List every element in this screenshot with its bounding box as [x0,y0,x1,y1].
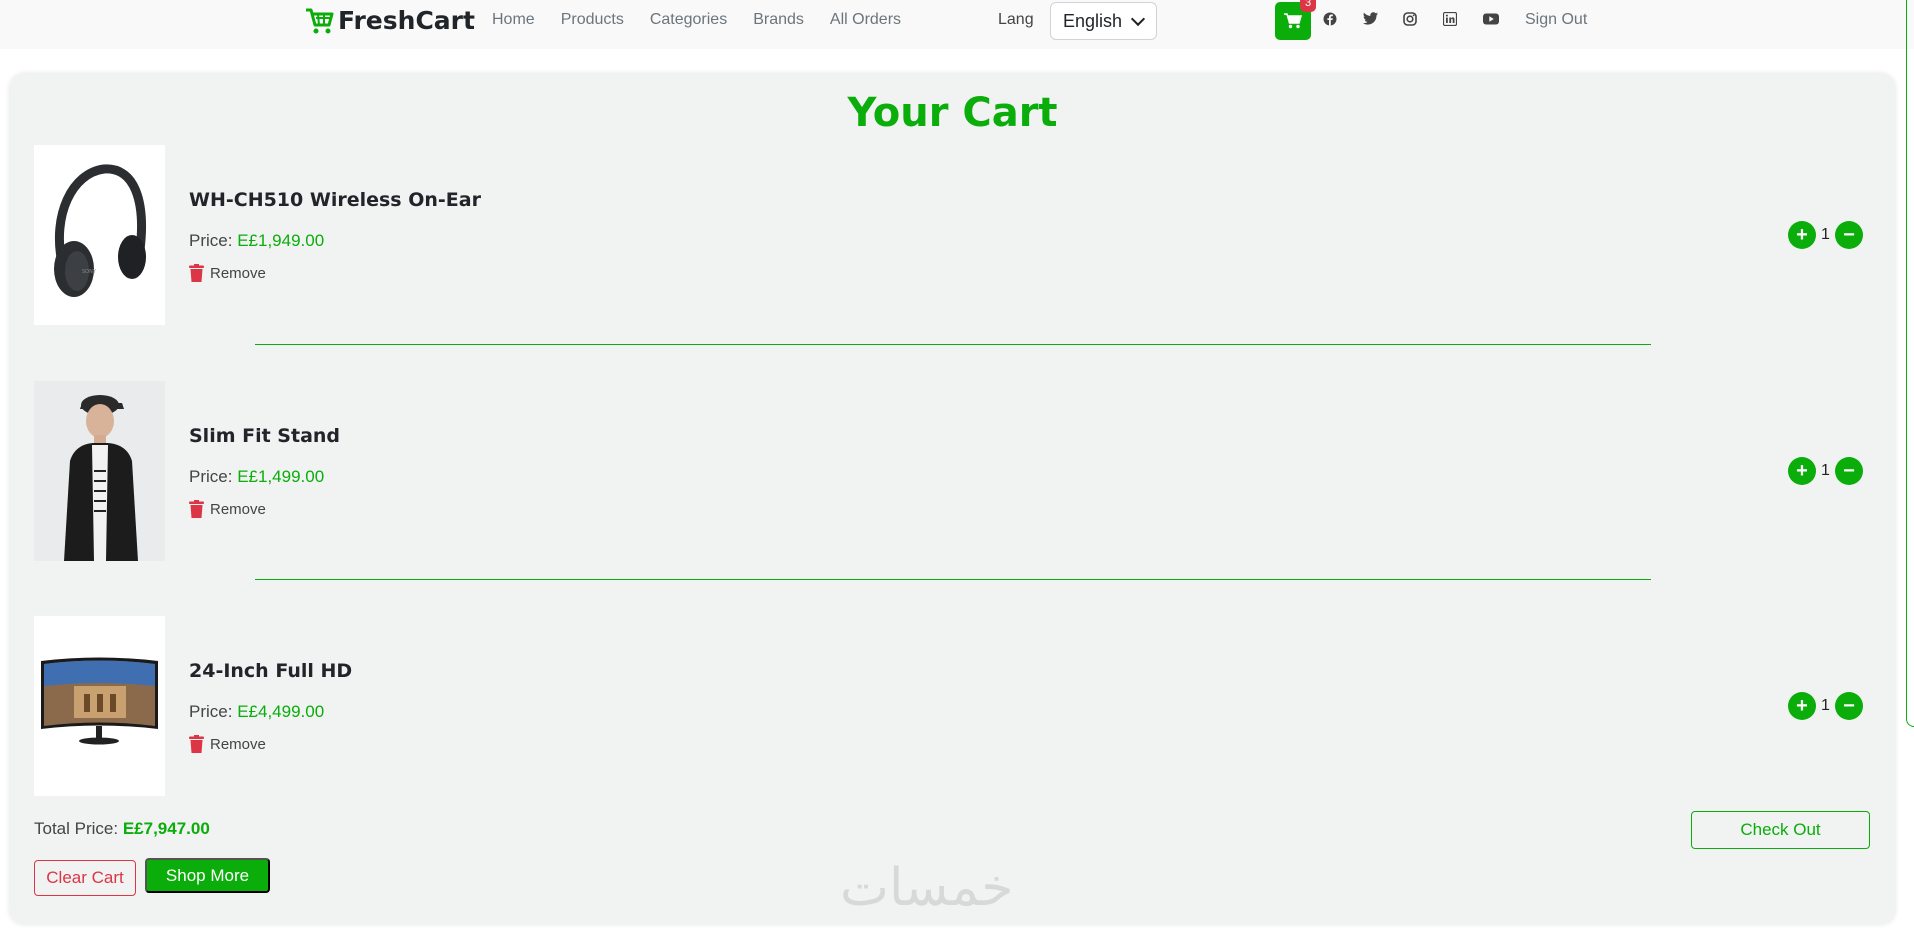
language-select[interactable]: English [1050,2,1157,40]
product-image-jacket[interactable] [34,381,165,561]
navbar: FreshCart Home Products Categories Brand… [0,0,1914,49]
item-divider [255,579,1651,580]
product-image-headphones[interactable]: SONY [34,145,165,325]
quantity-value: 1 [1821,226,1830,243]
trash-icon [189,500,204,518]
cart-icon [1284,13,1302,29]
price-value: E£4,499.00 [237,702,325,721]
product-price: Price: E£1,499.00 [189,467,324,487]
product-name: WH-CH510 Wireless On-Ear [189,189,481,211]
quantity-stepper: + 1 − [1788,692,1863,720]
cart-item: SONY WH-CH510 Wireless On-Ear Price: E£1… [34,145,1874,325]
remove-button[interactable]: Remove [189,264,266,282]
price-label: Price: [189,467,233,486]
twitter-icon[interactable] [1363,12,1378,26]
total-value: E£7,947.00 [122,819,210,838]
remove-button[interactable]: Remove [189,735,266,753]
remove-label: Remove [210,500,266,518]
product-image-monitor[interactable] [34,616,165,796]
nav-products[interactable]: Products [561,11,624,29]
increase-qty-button[interactable]: + [1788,692,1816,720]
quantity-stepper: + 1 − [1788,221,1863,249]
quantity-stepper: + 1 − [1788,457,1863,485]
lang-label: Lang [998,11,1034,28]
price-value: E£1,949.00 [237,231,325,250]
instagram-icon[interactable] [1403,12,1417,26]
language-value: English [1063,10,1123,31]
linkedin-icon[interactable] [1442,11,1458,27]
watermark: خمسات [840,858,1014,918]
quantity-value: 1 [1821,462,1830,479]
product-name: Slim Fit Stand [189,425,341,447]
cart-item: Slim Fit Stand Price: E£1,499.00 Remove … [34,381,1874,561]
price-label: Price: [189,702,233,721]
nav-categories[interactable]: Categories [650,11,727,29]
trash-icon [189,264,204,282]
nav-all-orders[interactable]: All Orders [830,11,901,29]
product-name: 24-Inch Full HD [189,660,353,682]
brand-name: FreshCart [338,6,475,35]
brand-logo[interactable]: FreshCart [304,6,475,35]
cart-item: 24-Inch Full HD Price: E£4,499.00 Remove… [34,616,1874,796]
cart-count-badge: 3 [1300,0,1316,12]
remove-label: Remove [210,735,266,753]
total-label: Total Price: [34,819,119,838]
youtube-icon[interactable] [1483,12,1499,26]
checkout-button[interactable]: Check Out [1691,811,1870,849]
price-value: E£1,499.00 [237,467,325,486]
total-price: Total Price: E£7,947.00 [34,819,210,839]
nav-home[interactable]: Home [492,11,535,29]
sign-out-link[interactable]: Sign Out [1525,11,1587,29]
trash-icon [189,735,204,753]
chevron-down-icon [1130,11,1146,27]
decrease-qty-button[interactable]: − [1834,457,1863,485]
page-title: Your Cart [847,90,1058,136]
clear-cart-button[interactable]: Clear Cart [34,860,136,896]
nav-links: Home Products Categories Brands All Orde… [492,11,901,29]
decrease-qty-button[interactable]: − [1834,692,1863,720]
remove-button[interactable]: Remove [189,500,266,518]
scrollbar[interactable] [1906,0,1914,727]
social-links [1323,11,1499,27]
shopping-cart-icon [306,8,334,33]
increase-qty-button[interactable]: + [1788,457,1816,485]
quantity-value: 1 [1821,697,1830,714]
product-price: Price: E£1,949.00 [189,231,324,251]
facebook-icon[interactable] [1323,12,1337,26]
item-divider [255,344,1651,345]
remove-label: Remove [210,264,266,282]
price-label: Price: [189,231,233,250]
increase-qty-button[interactable]: + [1788,221,1816,249]
product-price: Price: E£4,499.00 [189,702,324,722]
decrease-qty-button[interactable]: − [1834,221,1863,249]
nav-brands[interactable]: Brands [753,11,804,29]
svg-text:SONY: SONY [82,269,97,275]
shop-more-button[interactable]: Shop More [145,858,270,893]
